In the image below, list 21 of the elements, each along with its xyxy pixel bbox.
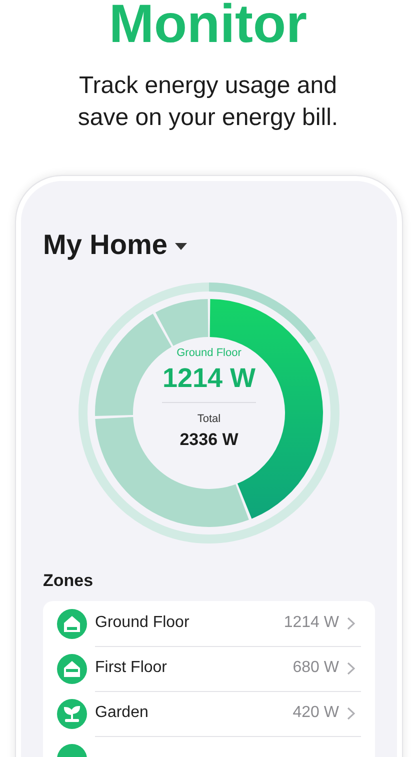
chevron-icon[interactable] bbox=[347, 706, 355, 720]
plant-icon bbox=[57, 698, 87, 728]
zone-name[interactable]: First Floor bbox=[95, 659, 293, 677]
zone-label: Ground Floor bbox=[176, 347, 242, 359]
zone-reading: 1214 W bbox=[284, 614, 339, 632]
zone-reading: 420 W bbox=[292, 704, 339, 722]
zone-name[interactable]: Ground Floor bbox=[95, 614, 284, 632]
zones-heading: Zones bbox=[43, 571, 94, 591]
chevron-icon[interactable] bbox=[347, 662, 355, 674]
zone-reading: 680 W bbox=[292, 659, 339, 677]
zone-power: 1214 W bbox=[162, 363, 256, 394]
caret-icon[interactable] bbox=[175, 243, 188, 251]
house-icon bbox=[57, 654, 87, 684]
zone-name[interactable]: Garden bbox=[95, 704, 293, 722]
total-label: Total bbox=[197, 413, 221, 425]
chevron-icon[interactable] bbox=[347, 616, 355, 630]
headline: Monitor bbox=[109, 0, 307, 54]
home-title[interactable]: My Home bbox=[43, 229, 168, 261]
total-power: 2336 W bbox=[180, 430, 238, 450]
subtitle: Track energy usage and save on your energy bill. bbox=[76, 71, 340, 133]
house-icon bbox=[57, 608, 87, 638]
